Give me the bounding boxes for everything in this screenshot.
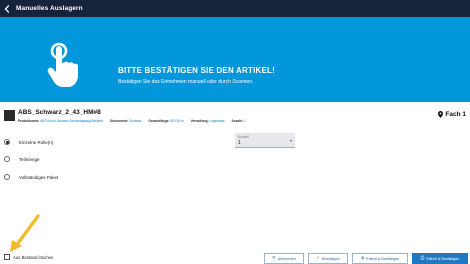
meta-label: Dokumente: (109, 119, 129, 123)
location-label: Fach 1 (445, 111, 466, 118)
back-button[interactable] (0, 0, 14, 17)
printer-icon: ⎙ (420, 255, 425, 261)
option-single-rolls[interactable]: Einzelne Rolle(n) (4, 139, 53, 145)
radio-button[interactable] (4, 139, 10, 145)
option-label: Einzelne Rolle(n) (19, 139, 54, 145)
chevron-left-icon (4, 4, 10, 13)
quantity-select[interactable]: Anzahl 1 ▾ (235, 133, 295, 148)
print-label-confirm-button[interactable]: ⎙ Etikett & Bestätigen (412, 253, 468, 264)
close-icon: ✕ (271, 255, 276, 261)
banner-title: BITTE BESTÄTIGEN SIE DEN ARTIKEL! (118, 66, 275, 75)
check-icon: ✓ (316, 255, 320, 261)
option-label: Vollständiges Paket (19, 174, 59, 180)
radio-button[interactable] (4, 174, 10, 180)
option-full-package[interactable]: Vollständiges Paket (4, 174, 58, 180)
article-info: ABS_Schwarz_2_43_HM#8 Produktname: ABS K… (0, 102, 470, 132)
quantity-label: Anzahl (238, 135, 249, 139)
meta-label: Anzahl: (231, 119, 243, 123)
map-pin-icon (438, 111, 444, 118)
checkbox-label: Aus Bestand löschen (13, 254, 54, 260)
meta-label: Gesamtlänge: (148, 119, 170, 123)
article-thumbnail (4, 110, 15, 121)
confirmation-banner: BITTE BESTÄTIGEN SIE DEN ARTIKEL! Bestät… (0, 17, 470, 102)
option-label: Teilmenge (19, 156, 40, 162)
meta-value: 500,00 m (170, 119, 184, 123)
annotation-arrow-icon (10, 214, 40, 252)
hand-tap-icon (47, 42, 78, 87)
confirm-button[interactable]: ✓ Bestätigen (308, 253, 348, 264)
meta-label: Produktname: (18, 119, 40, 123)
label-confirm-label: Etikett & Bestätigen (366, 256, 400, 261)
radio-button[interactable] (4, 156, 10, 162)
meta-value: Schwarz (129, 119, 142, 123)
article-name: ABS_Schwarz_2_43_HM#8 (18, 109, 101, 116)
label-confirm-button[interactable]: ⬗ Etikett & Bestätigen (352, 253, 408, 264)
meta-value: ABS Kunst-Schwarz Demontagstag-Bleibtrei (40, 119, 104, 123)
print-label-confirm-label: Etikett & Bestätigen (426, 256, 460, 261)
cancel-button[interactable]: ✕ Abbrechen (264, 253, 304, 264)
storage-location: Fach 1 (438, 111, 466, 118)
meta-value: 1 (243, 119, 246, 123)
tag-icon: ⬗ (360, 255, 365, 261)
banner-subtitle: Bestätigen Sie das Entnehmen manuell ode… (118, 79, 254, 85)
delete-from-stock-toggle[interactable]: Aus Bestand löschen (4, 254, 53, 260)
chevron-down-icon: ▾ (289, 138, 292, 143)
meta-label: Verwaltung: (190, 119, 209, 123)
app-header: Manuelles Auslagern (0, 0, 470, 17)
confirm-label: Bestätigen (321, 256, 340, 261)
page-title: Manuelles Auslagern (16, 5, 83, 12)
quantity-value: 1 (238, 140, 241, 146)
meta-value: Lagerware (209, 119, 225, 123)
option-partial-quantity[interactable]: Teilmenge (4, 156, 40, 162)
delete-from-stock-checkbox[interactable] (4, 254, 10, 260)
cancel-label: Abbrechen (277, 256, 297, 261)
article-meta: Produktname: ABS Kunst-Schwarz Demontags… (18, 119, 252, 123)
